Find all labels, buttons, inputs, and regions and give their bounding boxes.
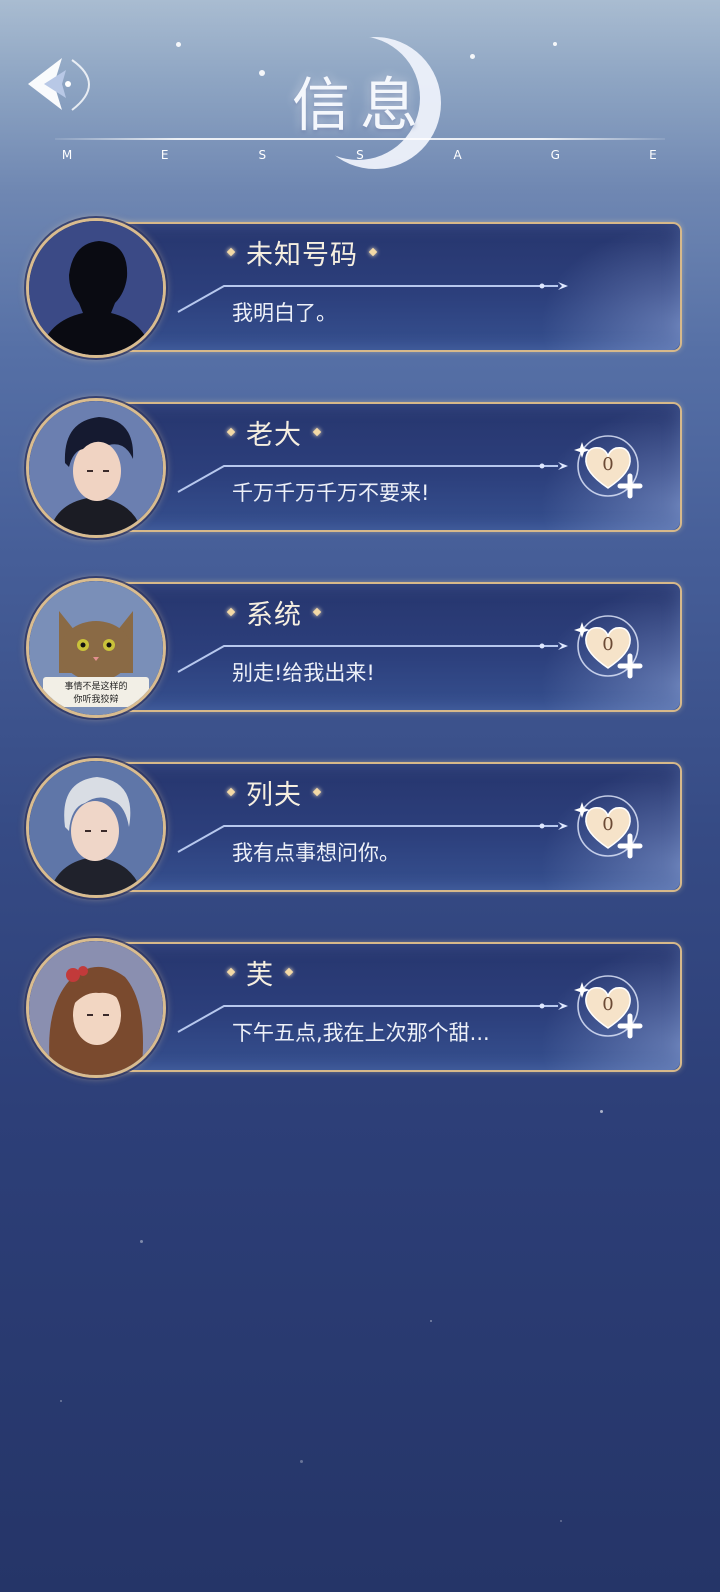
contact-card-unknown[interactable]: 未知号码 我明白了。 [26, 218, 682, 358]
contact-card-system[interactable]: 事情不是这样的 你听我狡辩 系统 别走!给我出来! 0 [26, 578, 682, 718]
last-message: 千万千万千万不要来! [232, 481, 430, 505]
sparkle-decoration [300, 1460, 303, 1463]
silhouette-avatar [26, 218, 166, 358]
cat-avatar: 事情不是这样的 你听我狡辩 [26, 578, 166, 718]
contact-name-row: 未知号码 [216, 232, 388, 272]
page-subtitle: M E S S A G E [60, 148, 660, 162]
favor-count: 0 [602, 454, 614, 475]
subtitle-letter: S [356, 148, 364, 162]
favor-count: 0 [602, 634, 614, 655]
svg-text:你听我狡辩: 你听我狡辩 [73, 693, 118, 705]
sparkle-decoration [430, 1320, 432, 1322]
title-divider [55, 138, 665, 140]
subtitle-letter: S [258, 148, 267, 162]
brown-hair-woman-avatar [26, 938, 166, 1078]
svg-text:事情不是这样的: 事情不是这样的 [64, 680, 127, 692]
favor-button[interactable]: 0 [572, 430, 652, 510]
contact-name-row: 列夫 [216, 772, 332, 812]
last-message: 我有点事想问你。 [232, 841, 400, 865]
favor-button[interactable]: 0 [572, 610, 652, 690]
dark-hair-man-avatar [26, 398, 166, 538]
sparkle-decoration [560, 1520, 562, 1522]
contact-name: 未知号码 [246, 239, 358, 271]
contact-card-laoda[interactable]: 老大 千万千万千万不要来! 0 [26, 398, 682, 538]
subtitle-letter: M [61, 148, 73, 162]
favor-count: 0 [602, 814, 614, 835]
contact-name: 系统 [246, 599, 302, 631]
sparkle-decoration [140, 1240, 143, 1243]
sparkle-decoration [60, 1400, 62, 1402]
contact-name-row: 芙 [216, 952, 304, 992]
sparkle-decoration [600, 1110, 603, 1113]
contact-name: 老大 [246, 419, 302, 451]
subtitle-letter: G [550, 148, 560, 162]
contact-name-row: 老大 [216, 412, 332, 452]
subtitle-letter: A [453, 148, 462, 162]
contact-name: 列夫 [246, 779, 302, 811]
subtitle-letter: E [160, 148, 169, 162]
contact-card-liefu[interactable]: 列夫 我有点事想问你。 0 [26, 758, 682, 898]
last-message: 我明白了。 [232, 301, 337, 325]
favor-button[interactable]: 0 [572, 790, 652, 870]
favor-button[interactable]: 0 [572, 970, 652, 1050]
header: 信息 M E S S A G E [0, 0, 720, 190]
last-message: 下午五点,我在上次那个甜... [232, 1021, 490, 1045]
contact-card-fu[interactable]: 芙 下午五点,我在上次那个甜... 0 [26, 938, 682, 1078]
favor-count: 0 [602, 994, 614, 1015]
subtitle-letter: E [649, 148, 657, 162]
last-message: 别走!给我出来! [232, 661, 375, 685]
contact-name: 芙 [246, 959, 274, 991]
page-title: 信息 [291, 71, 428, 139]
silver-hair-man-avatar [26, 758, 166, 898]
contact-name-row: 系统 [216, 592, 332, 632]
